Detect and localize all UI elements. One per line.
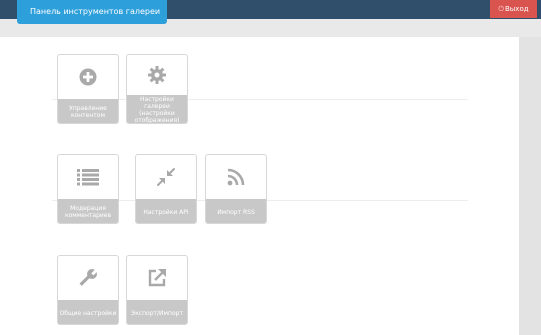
page-title-tab: Панель инструментов галереи: [17, 0, 167, 24]
list-icon: [77, 169, 99, 186]
tile-label: Настройки галереи (настройки отображения…: [127, 95, 187, 123]
tile-rss-import[interactable]: Импорт RSS: [205, 154, 267, 224]
tile-api-settings[interactable]: Настройки API: [135, 154, 197, 224]
tile-label: Настройки API: [136, 199, 196, 223]
logout-button[interactable]: ⏻Выход: [490, 0, 537, 18]
tile-label: Импорт RSS: [206, 199, 266, 223]
tile-content-management[interactable]: Управление контентом: [57, 54, 119, 124]
compress-arrows-icon: [157, 168, 175, 186]
tile-export-import[interactable]: Экспорт/Импорт: [126, 255, 188, 325]
tile-label: Общие настройки: [58, 300, 118, 324]
tile-general-settings[interactable]: Общие настройки: [57, 255, 119, 325]
rss-icon: [227, 168, 245, 186]
plus-circle-icon: [79, 68, 97, 86]
tile-comment-moderation[interactable]: Модерация комментариев: [57, 154, 119, 224]
external-link-icon: [148, 269, 166, 287]
tile-label: Управление контентом: [58, 99, 118, 123]
page-title: Панель инструментов галереи: [30, 7, 161, 16]
power-icon: ⏻: [498, 5, 504, 13]
right-gutter: [519, 37, 541, 335]
gear-icon: [148, 66, 166, 84]
wrench-icon: [79, 269, 98, 286]
tile-gallery-settings[interactable]: Настройки галереи (настройки отображения…: [126, 54, 188, 124]
tile-label: Модерация комментариев: [58, 199, 118, 223]
tile-label: Экспорт/Импорт: [127, 300, 187, 324]
logout-label: Выход: [504, 5, 529, 13]
